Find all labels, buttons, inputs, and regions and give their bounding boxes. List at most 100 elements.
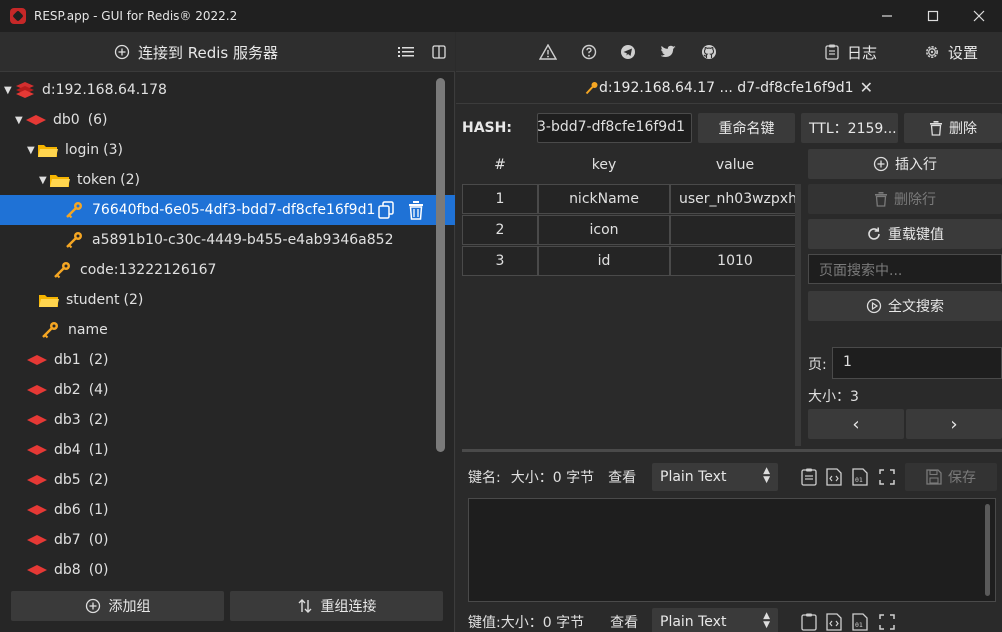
- help-button[interactable]: [579, 42, 599, 62]
- rename-key-button[interactable]: 重命名键: [698, 113, 795, 143]
- delete-key-button[interactable]: 删除: [904, 113, 1002, 143]
- db-count: (2): [88, 412, 109, 428]
- fullscreen-icon: [879, 469, 895, 485]
- tree-folder-student[interactable]: student (2): [0, 285, 455, 315]
- key-icon: [64, 232, 86, 249]
- close-window-button[interactable]: [956, 0, 1002, 32]
- db-count: (0): [88, 532, 109, 548]
- table-cell-value[interactable]: 1010: [670, 246, 800, 276]
- tree-db[interactable]: db1 (2): [0, 345, 455, 375]
- fullscreen-button[interactable]: [877, 467, 897, 487]
- tree-db[interactable]: db3 (2): [0, 405, 455, 435]
- tree-folder-token[interactable]: ▼ token (2): [0, 165, 455, 195]
- close-tab-icon[interactable]: ✕: [860, 78, 873, 97]
- binary-view-button[interactable]: 01: [850, 467, 870, 487]
- table-cell-index[interactable]: 3: [462, 246, 538, 276]
- binary-view-button-2[interactable]: 01: [850, 612, 870, 632]
- column-header-index[interactable]: #: [462, 150, 538, 180]
- db-name: db8: [54, 562, 81, 578]
- tree-db[interactable]: db8 (0): [0, 555, 455, 579]
- tree-db0[interactable]: ▼ db0 (6): [0, 105, 455, 135]
- tree-db[interactable]: db7 (0): [0, 525, 455, 555]
- column-header-key[interactable]: key: [538, 150, 670, 180]
- twitter-icon: [661, 45, 676, 57]
- table-cell-key[interactable]: nickName: [538, 184, 670, 214]
- delete-row-label: 删除行: [894, 192, 936, 208]
- next-page-button[interactable]: ›: [906, 409, 1002, 439]
- folder-name: student: [66, 292, 120, 308]
- view-label: 查看: [610, 615, 639, 631]
- tree-db[interactable]: db2 (4): [0, 375, 455, 405]
- value-editor[interactable]: [468, 498, 996, 602]
- list-icon: [398, 47, 414, 57]
- panel-split-icon: [432, 45, 446, 59]
- key-icon: [585, 81, 598, 94]
- key-icon: [64, 202, 86, 219]
- list-view-button[interactable]: [396, 42, 416, 62]
- table-cell-value[interactable]: [670, 215, 800, 245]
- key-name: name: [68, 322, 108, 338]
- insert-row-button[interactable]: 插入行: [808, 149, 1002, 179]
- tree-key-selected[interactable]: 76640fbd-6e05-4df3-bdd7-df8cfe16f9d1: [0, 195, 455, 225]
- key-name-field[interactable]: 76640fbd-6e05-4df3-bdd7-df8cfe16f9d1: [537, 113, 692, 143]
- regroup-connections-button[interactable]: 重组连接: [230, 591, 443, 621]
- twitter-button[interactable]: [659, 42, 679, 62]
- maximize-button[interactable]: [910, 0, 956, 32]
- page-search-input[interactable]: 页面搜索中...: [808, 254, 1002, 284]
- minimize-button[interactable]: [864, 0, 910, 32]
- format-select-2[interactable]: Plain Text ▲ ▼: [652, 608, 778, 632]
- ttl-button[interactable]: TTL：2159...: [801, 113, 898, 143]
- telegram-icon: [621, 45, 635, 59]
- split-view-button[interactable]: [429, 42, 449, 62]
- table-scrollbar[interactable]: [795, 184, 801, 446]
- github-button[interactable]: [699, 42, 719, 62]
- prev-page-button[interactable]: ‹: [808, 409, 904, 439]
- json-format-button-2[interactable]: [824, 612, 844, 632]
- log-button[interactable]: 日志: [825, 41, 877, 63]
- full-search-button[interactable]: 全文搜索: [808, 291, 1002, 321]
- tree-key[interactable]: a5891b10-c30c-4449-b455-e4ab9346a852: [0, 225, 455, 255]
- copy-key-icon[interactable]: [377, 200, 397, 220]
- warning-button[interactable]: [538, 42, 558, 62]
- delete-row-button[interactable]: 删除行: [808, 184, 1002, 214]
- add-group-button[interactable]: 添加组: [11, 591, 224, 621]
- fullscreen-button-2[interactable]: [877, 612, 897, 632]
- save-button[interactable]: 保存: [905, 463, 997, 491]
- tree-server[interactable]: ▼ d:192.168.64.178: [0, 75, 455, 105]
- page-number-input[interactable]: 1: [832, 347, 1002, 379]
- tree-folder-login[interactable]: ▼ login (3): [0, 135, 455, 165]
- db-count: (2): [88, 352, 109, 368]
- tree-db[interactable]: db5 (2): [0, 465, 455, 495]
- table-cell-index[interactable]: 2: [462, 215, 538, 245]
- splitter[interactable]: [462, 449, 1002, 452]
- json-format-button[interactable]: [824, 467, 844, 487]
- table-cell-value[interactable]: user_nh03wzpxh5: [670, 184, 800, 214]
- title-bar: RESP.app - GUI for Redis® 2022.2: [0, 0, 1002, 32]
- key-tab[interactable]: d:192.168.64.17 ... d7-df8cfe16f9d1 ✕: [456, 72, 1002, 104]
- copy-value-button-2[interactable]: [799, 612, 819, 632]
- connections-panel: 连接到 Redis 服务器 ▼ d:192.168.64.178 ▼ db0 (…: [0, 32, 455, 632]
- telegram-button[interactable]: [618, 42, 638, 62]
- plus-circle-icon: [85, 598, 100, 614]
- copy-value-button[interactable]: [799, 467, 819, 487]
- tree-scrollbar[interactable]: [436, 78, 445, 452]
- trash-icon[interactable]: [407, 200, 425, 220]
- database-icon: [26, 412, 48, 428]
- folder-open-icon: [49, 172, 71, 188]
- reload-key-button[interactable]: 重载键值: [808, 219, 1002, 249]
- tree-key[interactable]: name: [0, 315, 455, 345]
- table-cell-index[interactable]: 1: [462, 184, 538, 214]
- table-cell-key[interactable]: id: [538, 246, 670, 276]
- folder-icon: [38, 292, 60, 308]
- delete-key-label: 删除: [949, 121, 977, 137]
- editor-scrollbar[interactable]: [985, 504, 990, 596]
- settings-button[interactable]: 设置: [924, 41, 978, 63]
- table-cell-key[interactable]: icon: [538, 215, 670, 245]
- format-select[interactable]: Plain Text ▲ ▼: [652, 463, 778, 491]
- app-logo-icon: [10, 8, 26, 24]
- tree-db[interactable]: db4 (1): [0, 435, 455, 465]
- tree-key[interactable]: code:13222126167: [0, 255, 455, 285]
- tree-db[interactable]: db6 (1): [0, 495, 455, 525]
- column-header-value[interactable]: value: [670, 150, 800, 180]
- connect-server-button[interactable]: 连接到 Redis 服务器: [114, 41, 278, 63]
